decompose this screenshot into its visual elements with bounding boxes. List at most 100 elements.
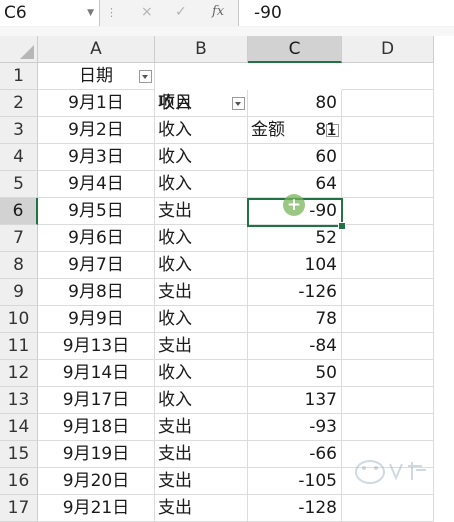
cell-item[interactable]: 收入 bbox=[155, 387, 248, 414]
cell-amount[interactable]: 137 bbox=[248, 387, 342, 414]
row-header[interactable]: 16 bbox=[0, 468, 38, 495]
cell-amount[interactable]: 78 bbox=[248, 306, 342, 333]
cell-date[interactable]: 9月9日 bbox=[38, 306, 155, 333]
row-header[interactable]: 10 bbox=[0, 306, 38, 333]
cell-item-text: 支出 bbox=[158, 336, 192, 356]
cell-date[interactable]: 9月1日 bbox=[38, 90, 155, 117]
cell-amount[interactable]: 80 bbox=[248, 90, 342, 117]
name-box-value[interactable]: C6 bbox=[4, 3, 27, 23]
cell-item[interactable]: 收入 bbox=[155, 171, 248, 198]
row-header[interactable]: 1 bbox=[0, 63, 38, 90]
cell-date-text: 9月3日 bbox=[68, 147, 124, 167]
cell-item[interactable]: 收入 bbox=[155, 360, 248, 387]
cell-d[interactable] bbox=[342, 144, 434, 171]
row-header[interactable]: 11 bbox=[0, 333, 38, 360]
row-header[interactable]: 13 bbox=[0, 387, 38, 414]
cell-d[interactable] bbox=[342, 279, 434, 306]
cell-item[interactable]: 支出 bbox=[155, 441, 248, 468]
formula-bar-grip-icon[interactable]: ⋮ bbox=[106, 6, 117, 19]
row-header[interactable]: 5 bbox=[0, 171, 38, 198]
cell-item-text: 收入 bbox=[158, 309, 192, 329]
insert-function-icon[interactable]: fx bbox=[212, 4, 224, 19]
cell-d[interactable] bbox=[342, 117, 434, 144]
cell-item[interactable]: 支出 bbox=[155, 333, 248, 360]
cell-amount[interactable]: 81 bbox=[248, 117, 342, 144]
cell-d[interactable] bbox=[342, 90, 434, 117]
cell-item[interactable]: 支出 bbox=[155, 468, 248, 495]
cell-d[interactable] bbox=[342, 171, 434, 198]
row-header[interactable]: 15 bbox=[0, 441, 38, 468]
row-header[interactable]: 8 bbox=[0, 252, 38, 279]
enter-icon[interactable]: ✓ bbox=[175, 4, 187, 20]
cell-date[interactable]: 9月7日 bbox=[38, 252, 155, 279]
cell-amount[interactable]: -66 bbox=[248, 441, 342, 468]
cell-amount[interactable]: -93 bbox=[248, 414, 342, 441]
row-header[interactable]: 6 bbox=[0, 198, 38, 225]
cell-amount[interactable]: -84 bbox=[248, 333, 342, 360]
cell-date[interactable]: 9月2日 bbox=[38, 117, 155, 144]
column-header-b[interactable]: B bbox=[155, 36, 248, 63]
filter-dropdown-icon[interactable] bbox=[139, 70, 152, 83]
cell-d[interactable] bbox=[342, 198, 434, 225]
cell-d[interactable] bbox=[342, 252, 434, 279]
cell-d[interactable] bbox=[342, 225, 434, 252]
select-all-corner[interactable] bbox=[0, 36, 38, 63]
cell-date[interactable]: 9月13日 bbox=[38, 333, 155, 360]
cell-date-text: 9月18日 bbox=[62, 417, 130, 437]
cell-item[interactable]: 支出 bbox=[155, 198, 248, 225]
cell-date[interactable]: 9月19日 bbox=[38, 441, 155, 468]
row-header[interactable]: 9 bbox=[0, 279, 38, 306]
name-box[interactable]: C6 ▼ bbox=[0, 0, 100, 26]
formula-input-value[interactable]: -90 bbox=[254, 3, 282, 23]
cell-d[interactable] bbox=[342, 360, 434, 387]
cell-date[interactable]: 9月17日 bbox=[38, 387, 155, 414]
cell-date[interactable]: 9月20日 bbox=[38, 468, 155, 495]
cell-amount[interactable]: -105 bbox=[248, 468, 342, 495]
cell-d[interactable] bbox=[342, 414, 434, 441]
cell-date[interactable]: 9月14日 bbox=[38, 360, 155, 387]
cell-item[interactable]: 支出 bbox=[155, 279, 248, 306]
cell-item[interactable]: 收入 bbox=[155, 144, 248, 171]
row-header[interactable]: 7 bbox=[0, 225, 38, 252]
formula-input[interactable]: -90 bbox=[238, 0, 454, 26]
cell-date[interactable]: 9月4日 bbox=[38, 171, 155, 198]
cell-amount[interactable]: 60 bbox=[248, 144, 342, 171]
row-header[interactable]: 14 bbox=[0, 414, 38, 441]
cell-item[interactable]: 收入 bbox=[155, 252, 248, 279]
cell-item-text: 收入 bbox=[158, 363, 192, 383]
cell-item[interactable]: 收入 bbox=[155, 117, 248, 144]
row-header[interactable]: 2 bbox=[0, 90, 38, 117]
cell-amount[interactable]: -126 bbox=[248, 279, 342, 306]
header-cell-date[interactable]: 日期 bbox=[38, 63, 155, 90]
cell-d[interactable] bbox=[342, 333, 434, 360]
row-header[interactable]: 3 bbox=[0, 117, 38, 144]
cell-item[interactable]: 收入 bbox=[155, 306, 248, 333]
cell-item-text: 收入 bbox=[158, 93, 192, 113]
row-header[interactable]: 12 bbox=[0, 360, 38, 387]
cell-amount[interactable]: 52 bbox=[248, 225, 342, 252]
cell-item-text: 支出 bbox=[158, 201, 192, 221]
cell-amount[interactable]: 50 bbox=[248, 360, 342, 387]
cell-item[interactable]: 收入 bbox=[155, 225, 248, 252]
cell-date[interactable]: 9月18日 bbox=[38, 414, 155, 441]
cell-d[interactable] bbox=[342, 63, 434, 90]
cell-d[interactable] bbox=[342, 387, 434, 414]
column-header-a[interactable]: A bbox=[38, 36, 155, 63]
fill-handle[interactable] bbox=[338, 222, 346, 230]
cell-d[interactable] bbox=[342, 306, 434, 333]
name-box-dropdown-icon[interactable]: ▼ bbox=[87, 8, 94, 18]
cell-date[interactable]: 9月6日 bbox=[38, 225, 155, 252]
cell-date-text: 9月14日 bbox=[62, 363, 130, 383]
column-header-d[interactable]: D bbox=[342, 36, 434, 63]
column-header-c[interactable]: C bbox=[248, 36, 342, 63]
cell-date[interactable]: 9月8日 bbox=[38, 279, 155, 306]
watermark-logo bbox=[330, 456, 450, 502]
cell-amount[interactable]: 104 bbox=[248, 252, 342, 279]
cell-date[interactable]: 9月3日 bbox=[38, 144, 155, 171]
cell-item[interactable]: 收入 bbox=[155, 90, 248, 117]
cell-item[interactable]: 支出 bbox=[155, 414, 248, 441]
cancel-icon[interactable]: × bbox=[141, 4, 153, 20]
cell-date[interactable]: 9月5日 bbox=[38, 198, 155, 225]
cell-amount-text: 78 bbox=[315, 309, 337, 329]
row-header[interactable]: 4 bbox=[0, 144, 38, 171]
